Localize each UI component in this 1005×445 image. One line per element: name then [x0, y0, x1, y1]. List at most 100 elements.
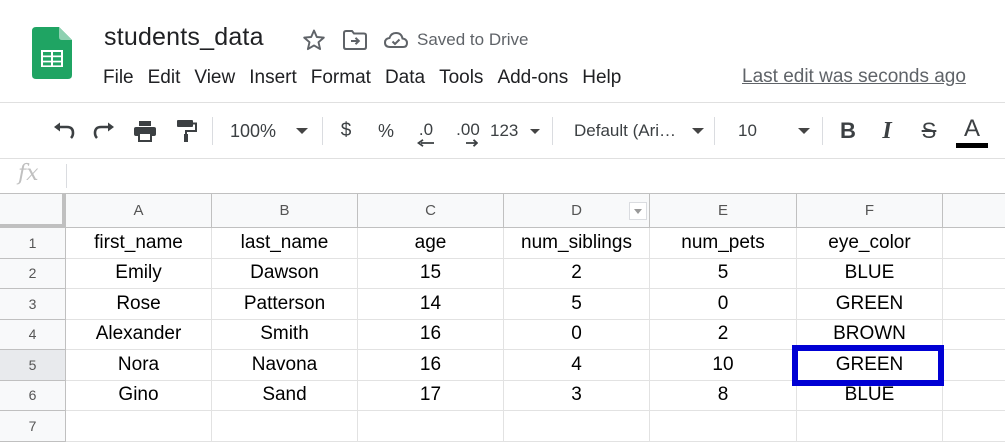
row-header-7[interactable]: 7 [0, 411, 66, 442]
cell-c7[interactable] [358, 411, 504, 442]
bold-button[interactable]: B [834, 103, 862, 159]
italic-button[interactable]: I [873, 103, 901, 159]
format-currency-button[interactable]: $ [333, 103, 359, 159]
cell-overflow-3[interactable] [943, 289, 1005, 320]
cell-e4[interactable]: 2 [650, 319, 797, 350]
cell-overflow-2[interactable] [943, 259, 1005, 289]
cell-c2[interactable]: 15 [358, 258, 504, 289]
column-header-e[interactable]: E [650, 193, 797, 228]
cell-a4[interactable]: Alexander [66, 319, 212, 350]
chevron-down-icon [634, 208, 642, 214]
cell-overflow-1[interactable] [943, 228, 1005, 259]
cell-b4[interactable]: Smith [212, 319, 358, 350]
cell-e2[interactable]: 5 [650, 258, 797, 289]
cell-a6[interactable]: Gino [66, 380, 212, 411]
menu-tools[interactable]: Tools [432, 65, 490, 91]
select-all-corner[interactable] [0, 193, 66, 228]
cell-a2[interactable]: Emily [66, 258, 212, 289]
row-header-3[interactable]: 3 [0, 289, 66, 320]
cell-c1[interactable]: age [358, 228, 504, 259]
cell-f5[interactable]: GREEN [797, 350, 943, 381]
cell-b2[interactable]: Dawson [212, 258, 358, 289]
menu-insert[interactable]: Insert [242, 65, 304, 91]
cell-a1[interactable]: first_name [66, 228, 212, 259]
cell-f3[interactable]: GREEN [797, 289, 943, 320]
text-color-button[interactable]: A [955, 103, 989, 159]
column-header-d[interactable]: D [504, 193, 650, 228]
title-actions: Saved to Drive [300, 27, 529, 53]
cell-e7[interactable] [650, 411, 797, 442]
menu-edit[interactable]: Edit [141, 65, 188, 91]
cell-c5[interactable]: 16 [358, 350, 504, 381]
cloud-saved-icon[interactable] [382, 27, 410, 53]
print-icon[interactable] [129, 103, 161, 159]
cell-c3[interactable]: 14 [358, 289, 504, 320]
cell-f6[interactable]: BLUE [797, 380, 943, 411]
cell-c6[interactable]: 17 [358, 380, 504, 411]
increase-decimal-button[interactable]: .00 [450, 103, 486, 159]
row-header-5[interactable]: 5 [0, 350, 66, 381]
cell-b1[interactable]: last_name [212, 228, 358, 259]
column-header-c[interactable]: C [358, 193, 504, 228]
cell-d5[interactable]: 4 [504, 350, 650, 381]
strikethrough-button[interactable]: S [915, 103, 943, 159]
menu-data[interactable]: Data [378, 65, 432, 91]
star-icon[interactable] [300, 27, 328, 53]
cell-f7[interactable] [797, 411, 943, 442]
cell-a3[interactable]: Rose [66, 289, 212, 320]
cell-overflow-4[interactable] [943, 320, 1005, 350]
menu-add-ons[interactable]: Add-ons [490, 65, 575, 91]
cell-e3[interactable]: 0 [650, 289, 797, 320]
row-header-6[interactable]: 6 [0, 380, 66, 411]
menu-file[interactable]: File [96, 65, 141, 91]
cell-e5[interactable]: 10 [650, 350, 797, 381]
decrease-decimal-button[interactable]: .0 [408, 103, 444, 159]
chevron-down-icon [798, 128, 810, 134]
sheets-logo-icon[interactable] [32, 27, 72, 79]
cell-c4[interactable]: 16 [358, 319, 504, 350]
column-header-f[interactable]: F [797, 193, 943, 228]
formula-input[interactable] [78, 163, 978, 189]
font-size-select[interactable]: 10 [730, 103, 810, 159]
cell-b6[interactable]: Sand [212, 380, 358, 411]
cell-overflow-6[interactable] [943, 381, 1005, 411]
filter-dropdown-icon[interactable] [629, 202, 647, 220]
row-header-1[interactable]: 1 [0, 228, 66, 259]
column-header-a[interactable]: A [66, 193, 212, 228]
cell-e1[interactable]: num_pets [650, 228, 797, 259]
cell-e6[interactable]: 8 [650, 380, 797, 411]
cell-d6[interactable]: 3 [504, 380, 650, 411]
more-formats-select[interactable]: 123 [490, 103, 540, 159]
cell-overflow-7[interactable] [943, 411, 1005, 442]
cell-f1[interactable]: eye_color [797, 228, 943, 259]
document-title[interactable]: students_data [104, 23, 264, 52]
cell-a7[interactable] [66, 411, 212, 442]
redo-icon[interactable] [88, 103, 120, 159]
cell-f4[interactable]: BROWN [797, 319, 943, 350]
cell-b5[interactable]: Navona [212, 350, 358, 381]
move-to-folder-icon[interactable] [341, 27, 369, 53]
cell-b3[interactable]: Patterson [212, 289, 358, 320]
last-edit-link[interactable]: Last edit was seconds ago [742, 66, 966, 88]
cell-d7[interactable] [504, 411, 650, 442]
cell-overflow-5[interactable] [943, 350, 1005, 381]
column-header-b[interactable]: B [212, 193, 358, 228]
format-percent-button[interactable]: % [372, 103, 400, 159]
menu-format[interactable]: Format [304, 65, 378, 91]
cell-d1[interactable]: num_siblings [504, 228, 650, 259]
cell-d4[interactable]: 0 [504, 319, 650, 350]
menu-view[interactable]: View [187, 65, 242, 91]
undo-icon[interactable] [48, 103, 80, 159]
cell-f2[interactable]: BLUE [797, 258, 943, 289]
zoom-select[interactable]: 100% [226, 103, 312, 159]
menu-help[interactable]: Help [575, 65, 628, 91]
cell-d3[interactable]: 5 [504, 289, 650, 320]
row-header-2[interactable]: 2 [0, 258, 66, 289]
cell-b7[interactable] [212, 411, 358, 442]
row-header-4[interactable]: 4 [0, 319, 66, 350]
cell-d2[interactable]: 2 [504, 258, 650, 289]
cell-a5[interactable]: Nora [66, 350, 212, 381]
paint-format-icon[interactable] [170, 103, 202, 159]
font-size-value: 10 [738, 121, 757, 140]
font-family-select[interactable]: Default (Ari… [568, 103, 704, 159]
